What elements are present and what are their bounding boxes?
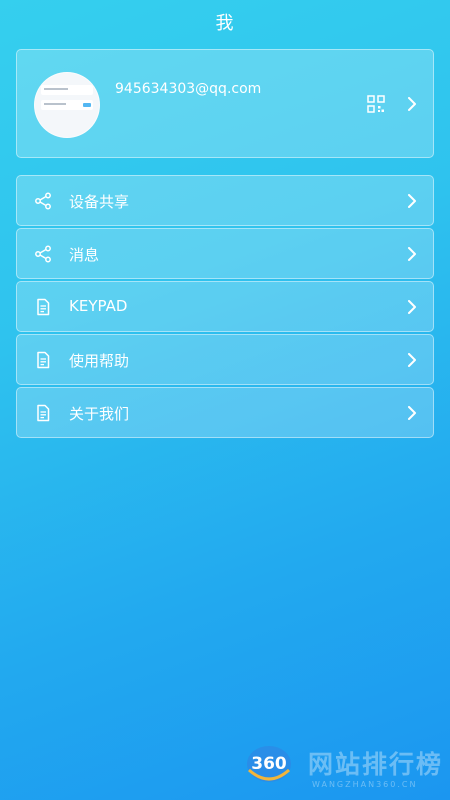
watermark-logo-text: 360 <box>251 754 287 774</box>
menu-item-label: 使用帮助 <box>69 352 130 370</box>
profile-card[interactable]: 945634303@qq.com <box>16 49 434 158</box>
chevron-right-icon <box>408 194 416 208</box>
watermark-text: 网站排行榜 <box>308 750 444 779</box>
document-icon <box>37 404 50 422</box>
menu-item-messages[interactable]: 消息 <box>16 228 434 279</box>
chevron-right-icon <box>408 353 416 367</box>
account-email: 945634303@qq.com <box>115 81 262 97</box>
menu-item-device-share[interactable]: 设备共享 <box>16 175 434 226</box>
chevron-right-icon <box>408 300 416 314</box>
watermark: 360 网站排行榜 WANGZHAN360.CN <box>240 741 450 796</box>
chevron-right-icon[interactable] <box>407 97 417 111</box>
page-title: 我 <box>215 13 235 34</box>
share-icon <box>35 245 51 263</box>
watermark-subtext: WANGZHAN360.CN <box>312 780 418 789</box>
chevron-right-icon <box>408 406 416 420</box>
document-icon <box>37 351 50 369</box>
share-icon <box>35 192 51 210</box>
watermark-logo-icon: 360 <box>246 744 292 784</box>
menu-item-label: 关于我们 <box>69 405 130 423</box>
avatar-thumb-button <box>83 103 91 107</box>
avatar-thumb-line <box>44 103 66 105</box>
avatar-thumb-line <box>44 88 68 90</box>
avatar-thumb-row <box>41 85 93 95</box>
menu-item-help[interactable]: 使用帮助 <box>16 334 434 385</box>
qr-code-icon[interactable] <box>367 95 385 113</box>
document-icon <box>37 298 50 316</box>
menu-item-label: KEYPAD <box>69 297 128 315</box>
menu-item-keypad[interactable]: KEYPAD <box>16 281 434 332</box>
avatar[interactable] <box>34 72 100 138</box>
menu-item-about-us[interactable]: 关于我们 <box>16 387 434 438</box>
chevron-right-icon <box>408 247 416 261</box>
menu-item-label: 消息 <box>69 246 100 264</box>
menu-item-label: 设备共享 <box>69 193 130 211</box>
